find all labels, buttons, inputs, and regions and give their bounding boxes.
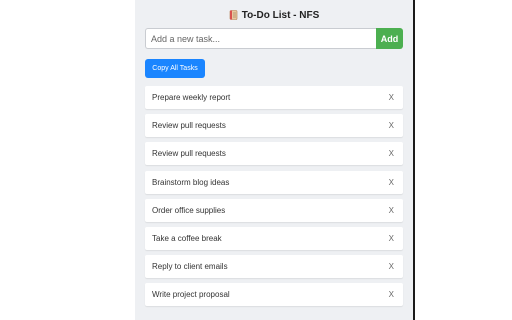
add-button[interactable]: Add — [376, 28, 403, 49]
task-text: Brainstorm blog ideas — [152, 177, 230, 187]
delete-task-button[interactable]: X — [389, 234, 394, 243]
delete-task-button[interactable]: X — [389, 290, 394, 299]
task-item: Write project proposal X — [145, 283, 403, 307]
delete-task-button[interactable]: X — [389, 206, 394, 215]
page-title: To-Do List - NFS — [135, 7, 413, 23]
copy-all-tasks-button[interactable]: Copy All Tasks — [145, 59, 205, 78]
task-text: Write project proposal — [152, 290, 230, 300]
new-task-input[interactable] — [145, 28, 376, 49]
task-item: Order office supplies X — [145, 198, 403, 222]
task-item: Review pull requests X — [145, 114, 403, 138]
task-item: Review pull requests X — [145, 142, 403, 166]
task-text: Review pull requests — [152, 149, 226, 159]
task-item: Brainstorm blog ideas X — [145, 170, 403, 194]
notebook-icon — [229, 10, 238, 20]
task-text: Take a coffee break — [152, 233, 222, 243]
delete-task-button[interactable]: X — [389, 178, 394, 187]
task-text: Order office supplies — [152, 205, 226, 215]
task-item: Take a coffee break X — [145, 226, 403, 250]
task-item: Reply to client emails X — [145, 255, 403, 279]
task-text: Review pull requests — [152, 121, 226, 131]
delete-task-button[interactable]: X — [389, 121, 394, 130]
delete-task-button[interactable]: X — [389, 262, 394, 271]
task-item: Prepare weekly report X — [145, 86, 403, 109]
title-text: To-Do List - NFS — [241, 9, 320, 21]
task-text: Reply to client emails — [152, 262, 228, 272]
window-edge — [413, 0, 415, 320]
delete-task-button[interactable]: X — [389, 93, 394, 102]
todo-panel: To-Do List - NFS Add Copy All Tasks Prep… — [135, 0, 413, 320]
task-text: Prepare weekly report — [152, 93, 231, 102]
add-task-row: Add — [145, 28, 403, 49]
delete-task-button[interactable]: X — [389, 149, 394, 158]
task-list: Prepare weekly report X Review pull requ… — [145, 86, 403, 312]
